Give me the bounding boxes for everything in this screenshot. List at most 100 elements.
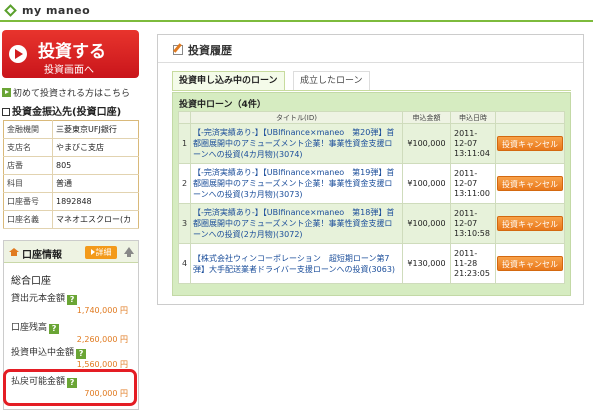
bank-field-value: マネオエスクロー(カ — [52, 210, 139, 229]
loan-table: タイトル(ID) 申込金額 申込日時 1 【-完済実績あり-】【UBIfinan… — [178, 111, 565, 284]
date-year: 2011- — [454, 208, 478, 218]
first-time-link[interactable]: 初めて投資される方はこちら — [2, 86, 130, 99]
row-number: 2 — [178, 163, 191, 204]
bank-section-title-text: 投資金振込先(投資口座) — [12, 107, 122, 118]
cancel-investment-button[interactable]: 投資キャンセル — [497, 256, 563, 271]
col-amount: 申込金額 — [402, 111, 451, 124]
bank-field-label: 金融機関 — [3, 120, 53, 139]
tab-applying-loans[interactable]: 投資申し込み中のローン — [172, 71, 285, 91]
stat-label-text: 投資申込中金額 — [11, 348, 75, 358]
detail-button[interactable]: 詳細 — [85, 246, 117, 259]
loan-amount: ¥100,000 — [402, 123, 451, 164]
loan-title-link[interactable]: 【株式会社ウィンコーポレーション 超短期ローン第7弾】大手配送業者ドライバー支援… — [190, 243, 403, 284]
loan-date: 2011- 12-07 13:11:04 — [450, 123, 496, 164]
brand-name[interactable]: my maneo — [22, 4, 90, 17]
arrow-right-icon — [90, 249, 95, 255]
bank-field-value: やまびこ支店 — [52, 138, 139, 157]
investment-history-panel: 投資履歴 投資申し込み中のローン 成立したローン 投資中ローン（4件） タイトル… — [157, 34, 584, 305]
loan-amount: ¥130,000 — [402, 243, 451, 284]
house-icon — [9, 248, 19, 256]
col-no — [178, 111, 191, 124]
action-cell: 投資キャンセル — [495, 123, 565, 164]
loan-date: 2011- 12-07 13:11:00 — [450, 163, 496, 204]
action-cell: 投資キャンセル — [495, 163, 565, 204]
panel-title-bar: 投資履歴 — [158, 35, 583, 63]
table-row: 口座名義 マネオエスクロー(カ — [3, 210, 139, 229]
square-bullet-icon — [2, 108, 10, 116]
row-number: 4 — [178, 243, 191, 284]
col-date: 申込日時 — [450, 111, 496, 124]
help-icon[interactable]: ? — [76, 349, 87, 359]
account-balance-label: 口座残高? — [11, 320, 60, 334]
date-time: 13:11:00 — [454, 188, 490, 198]
action-cell: 投資キャンセル — [495, 243, 565, 284]
table-row: 店番 805 — [3, 156, 139, 175]
page-title: 投資履歴 — [188, 44, 232, 57]
help-icon[interactable]: ? — [67, 295, 78, 305]
play-arrow-icon — [9, 45, 27, 63]
table-row: 4 【株式会社ウィンコーポレーション 超短期ローン第7弾】大手配送業者ドライバー… — [178, 243, 565, 284]
help-icon[interactable]: ? — [49, 324, 60, 334]
loan-amount: ¥100,000 — [402, 163, 451, 204]
bank-section-title: 投資金振込先(投資口座) — [2, 103, 121, 118]
date-day: 11-28 — [454, 258, 478, 268]
loan-date: 2011- 12-07 13:10:58 — [450, 203, 496, 244]
tab-divider — [172, 90, 571, 91]
invest-button[interactable]: 投資する 投資画面へ — [2, 30, 139, 78]
stat-label-text: 口座残高 — [11, 323, 48, 333]
cancel-investment-button[interactable]: 投資キャンセル — [497, 216, 563, 231]
first-time-link-label: 初めて投資される方はこちら — [13, 89, 131, 99]
arrow-right-icon — [2, 88, 11, 97]
scroll-up-icon[interactable] — [124, 247, 134, 257]
date-time: 13:10:58 — [454, 228, 490, 238]
bank-field-label: 口座名義 — [3, 210, 53, 229]
maneo-logo-icon — [4, 4, 17, 17]
row-number: 3 — [178, 203, 191, 244]
investing-loans-section: 投資中ローン（4件） タイトル(ID) 申込金額 申込日時 1 【-完済実績あり… — [172, 92, 571, 296]
bank-field-label: 口座番号 — [3, 192, 53, 211]
bank-field-label: 店番 — [3, 156, 53, 175]
date-year: 2011- — [454, 248, 478, 258]
date-day: 12-07 — [454, 138, 478, 148]
col-title: タイトル(ID) — [190, 111, 403, 124]
bank-field-label: 科目 — [3, 174, 53, 193]
lending-principal-label: 貸出元本金額? — [11, 291, 78, 305]
row-number: 1 — [178, 123, 191, 164]
date-time: 21:23:05 — [454, 268, 490, 278]
invest-button-title: 投資する — [38, 42, 106, 62]
pencil-icon — [173, 45, 183, 55]
action-cell: 投資キャンセル — [495, 203, 565, 244]
date-day: 12-07 — [454, 178, 478, 188]
loan-title-link[interactable]: 【-完済実績あり-】【UBIfinance×maneo 第19弾】首都圏展開中の… — [190, 163, 403, 204]
section-title: 投資中ローン（4件） — [179, 100, 266, 110]
table-row: 金融機関 三菱東京UFJ銀行 — [3, 120, 139, 139]
top-header: my maneo — [0, 0, 593, 22]
lending-principal-value: 1,740,000 円 — [76, 306, 128, 315]
table-row: 3 【-完済実績あり-】【UBIfinance×maneo 第18弾】首都圏展開… — [178, 203, 565, 244]
table-row: 1 【-完済実績あり-】【UBIfinance×maneo 第20弾】首都圏展開… — [178, 123, 565, 164]
bank-info-table: 金融機関 三菱東京UFJ銀行 支店名 やまびこ支店 店番 805 科目 普通 口座番号 1… — [3, 120, 139, 229]
date-time: 13:11:04 — [454, 148, 490, 158]
loan-title-link[interactable]: 【-完済実績あり-】【UBIfinance×maneo 第18弾】首都圏展開中の… — [190, 203, 403, 244]
tab-established-loans[interactable]: 成立したローン — [293, 71, 370, 91]
detail-button-label: 詳細 — [95, 248, 112, 257]
col-action — [495, 111, 565, 124]
table-row: 口座番号 1892848 — [3, 192, 139, 211]
table-row: 支店名 やまびこ支店 — [3, 138, 139, 157]
date-day: 12-07 — [454, 218, 478, 228]
loan-date: 2011- 11-28 21:23:05 — [450, 243, 496, 284]
table-row: 科目 普通 — [3, 174, 139, 193]
table-row: 2 【-完済実績あり-】【UBIfinance×maneo 第19弾】首都圏展開… — [178, 163, 565, 204]
pending-investment-label: 投資申込中金額? — [11, 345, 87, 359]
cancel-investment-button[interactable]: 投資キャンセル — [497, 136, 563, 151]
account-info-header: 口座情報 詳細 — [4, 241, 138, 263]
bank-field-value: 普通 — [52, 174, 139, 193]
loan-title-link[interactable]: 【-完済実績あり-】【UBIfinance×maneo 第20弾】首都圏展開中の… — [190, 123, 403, 164]
invest-button-subtitle: 投資画面へ — [44, 65, 94, 76]
account-type: 総合口座 — [11, 276, 51, 287]
loan-amount: ¥100,000 — [402, 203, 451, 244]
cancel-investment-button[interactable]: 投資キャンセル — [497, 176, 563, 191]
date-year: 2011- — [454, 128, 478, 138]
bank-field-value: 1892848 — [52, 192, 139, 211]
bank-field-value: 805 — [52, 156, 139, 175]
